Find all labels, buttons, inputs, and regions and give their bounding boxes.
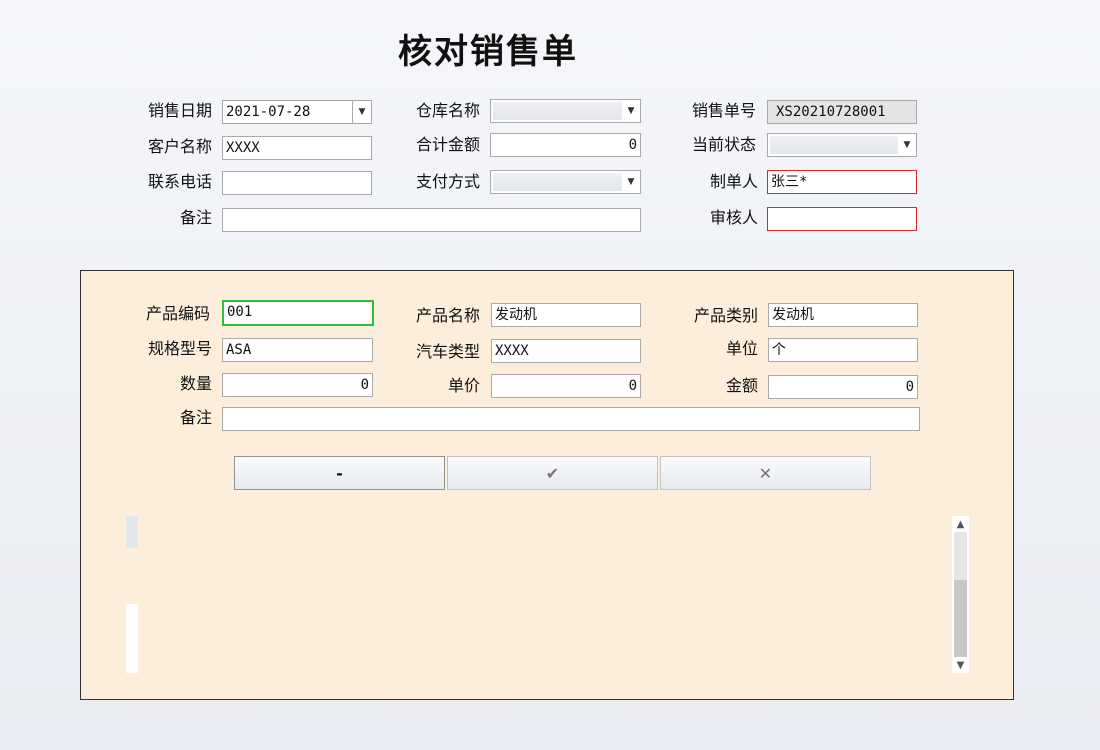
unit-label: 单位: [726, 339, 759, 358]
status-select[interactable]: ▼: [767, 133, 917, 157]
unit-price-field[interactable]: 0: [491, 374, 641, 398]
product-code-label: 产品编码: [146, 304, 211, 323]
reviewer-label: 审核人: [710, 208, 759, 227]
phone-field[interactable]: [222, 171, 372, 195]
remark-field[interactable]: [222, 208, 641, 232]
grid-header-stub: [126, 516, 138, 548]
amount-label: 金额: [726, 376, 759, 395]
payment-value: [493, 173, 622, 191]
customer-field[interactable]: XXXX: [222, 136, 372, 160]
quantity-field[interactable]: 0: [222, 373, 373, 397]
page-title: 核对销售单: [398, 32, 578, 72]
grid-row-stub: [126, 604, 138, 673]
customer-label: 客户名称: [148, 137, 213, 156]
detail-grid-scrollbar[interactable]: ▲ ▼: [952, 516, 969, 673]
product-category-label: 产品类别: [694, 306, 759, 325]
detail-remark-label: 备注: [180, 408, 213, 427]
product-code-field[interactable]: 001: [222, 300, 374, 326]
quantity-label: 数量: [180, 374, 213, 393]
payment-select[interactable]: ▼: [490, 170, 641, 194]
car-type-label: 汽车类型: [416, 342, 481, 361]
sale-date-picker[interactable]: 2021-07-28 ▼: [222, 100, 372, 124]
cancel-button[interactable]: ✕: [660, 456, 871, 490]
reviewer-field[interactable]: [767, 207, 917, 231]
amount-field[interactable]: 0: [768, 375, 918, 399]
scrollbar-thumb[interactable]: [954, 580, 967, 657]
car-type-field[interactable]: XXXX: [491, 339, 641, 363]
chevron-down-icon[interactable]: ▼: [622, 100, 640, 122]
warehouse-select[interactable]: ▼: [490, 99, 641, 123]
creator-field[interactable]: 张三*: [767, 170, 917, 194]
product-name-field[interactable]: 发动机: [491, 303, 641, 327]
product-name-label: 产品名称: [416, 306, 481, 325]
order-no-label: 销售单号: [692, 101, 757, 120]
status-label: 当前状态: [692, 135, 757, 154]
chevron-down-icon[interactable]: ▼: [352, 101, 371, 123]
product-category-field[interactable]: 发动机: [768, 303, 918, 327]
payment-label: 支付方式: [416, 172, 481, 191]
status-value: [770, 136, 898, 154]
sale-date-value: 2021-07-28: [226, 104, 311, 120]
phone-label: 联系电话: [148, 172, 213, 191]
creator-label: 制单人: [710, 172, 759, 191]
spec-label: 规格型号: [148, 339, 213, 358]
warehouse-label: 仓库名称: [416, 101, 481, 120]
order-no-field[interactable]: XS20210728001: [767, 100, 917, 124]
total-label: 合计金额: [416, 135, 481, 154]
confirm-button[interactable]: ✔: [447, 456, 658, 490]
chevron-down-icon[interactable]: ▼: [952, 657, 969, 673]
check-icon: ✔: [545, 463, 560, 483]
unit-price-label: 单价: [448, 376, 481, 395]
minus-icon: -: [336, 463, 343, 483]
remark-label: 备注: [180, 208, 213, 227]
detail-remark-field[interactable]: [222, 407, 920, 431]
chevron-up-icon[interactable]: ▲: [952, 516, 969, 532]
remove-button[interactable]: -: [234, 456, 445, 490]
chevron-down-icon[interactable]: ▼: [898, 134, 916, 156]
spec-field[interactable]: ASA: [222, 338, 373, 362]
unit-field[interactable]: 个: [768, 338, 918, 362]
close-icon: ✕: [758, 463, 773, 483]
chevron-down-icon[interactable]: ▼: [622, 171, 640, 193]
total-field[interactable]: 0: [490, 133, 641, 157]
warehouse-value: [493, 102, 622, 120]
sale-date-label: 销售日期: [148, 101, 213, 120]
